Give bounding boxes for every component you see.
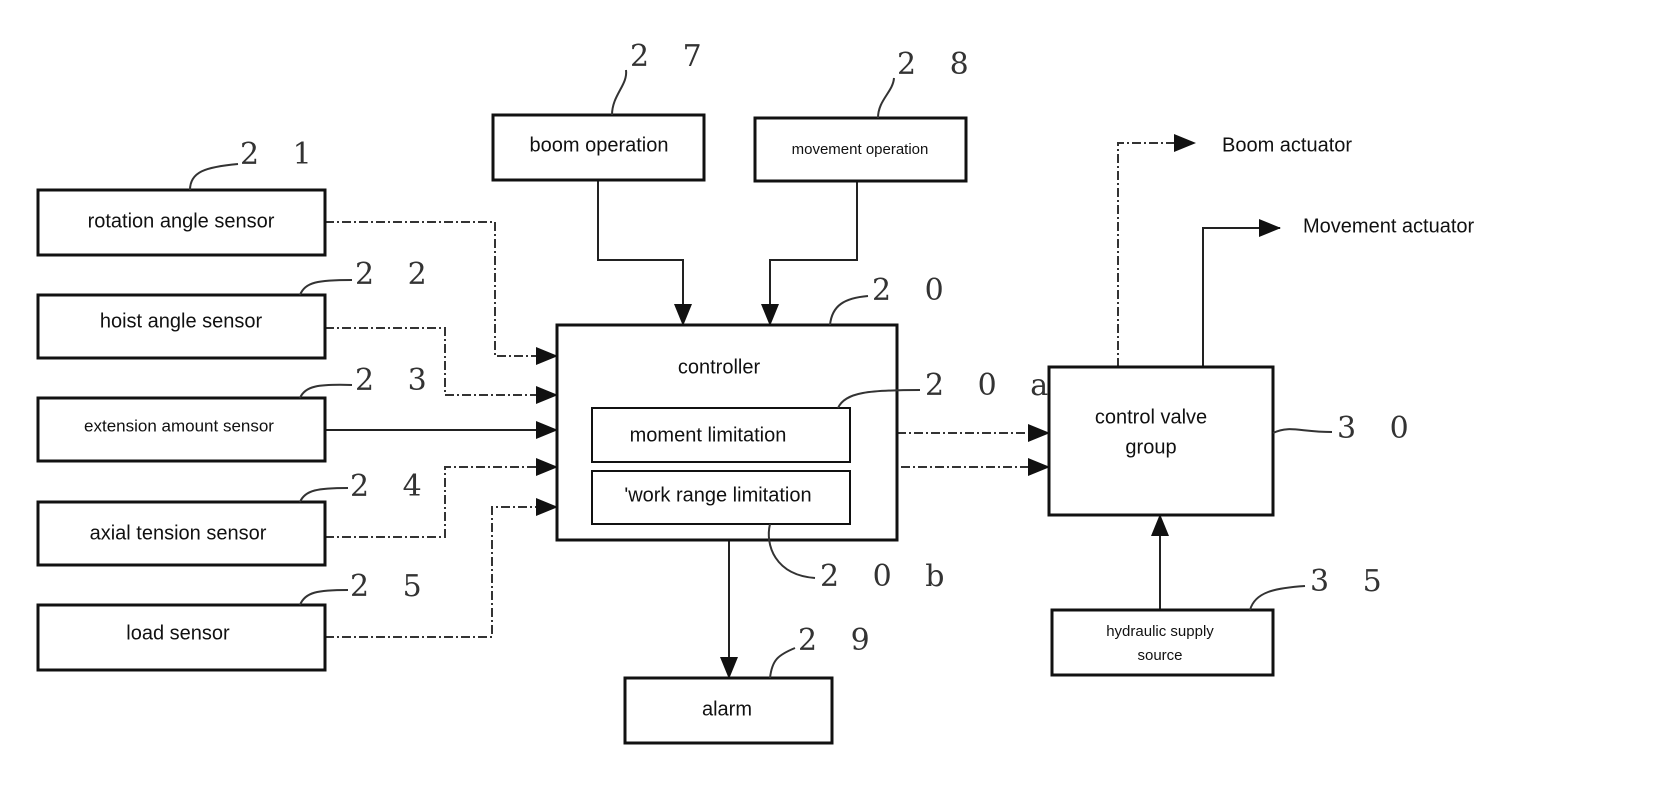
ref-number: 3 5	[1310, 564, 1394, 599]
ref-number: 2 8	[897, 47, 981, 82]
ref-number: 2 0 a	[925, 368, 1060, 403]
ref-number: 2 5	[350, 569, 434, 604]
ref-number: 2 1	[240, 137, 324, 172]
ref-number: 2 0 b	[820, 559, 956, 594]
extension-amount-sensor-block: extension amount sensor	[36, 396, 327, 463]
control-valve-group-block: control valve group	[1047, 365, 1275, 517]
block-label: axial tension sensor	[90, 522, 267, 544]
block-label: controller	[678, 356, 761, 378]
movement-operation-block: movement operation	[753, 116, 968, 183]
block-label: alarm	[702, 698, 752, 720]
block-label: 'work range limitation	[624, 484, 811, 506]
valve-to-boom-actuator-line	[1117, 134, 1196, 367]
block-label: rotation angle sensor	[88, 210, 275, 232]
boom-operation-block: boom operation	[491, 113, 706, 182]
block-label: movement operation	[792, 141, 929, 158]
controller-block: controller moment limitation 'work range…	[555, 323, 899, 542]
ref-number: 2 4	[350, 469, 434, 504]
ref-number: 2 7	[630, 39, 714, 74]
ref-number: 2 2	[355, 257, 439, 292]
block-label: source	[1137, 647, 1182, 664]
diagram-canvas: rotation angle sensor hoist angle sensor…	[36, 39, 1475, 745]
block-label: boom operation	[530, 134, 669, 156]
ref-number: 2 9	[798, 623, 882, 658]
block-diagram: rotation angle sensor hoist angle sensor…	[0, 0, 1658, 798]
block-label: load sensor	[126, 622, 230, 644]
block-label: group	[1125, 436, 1176, 458]
ref-number: 2 3	[355, 363, 439, 398]
load-sensor-block: load sensor	[36, 603, 327, 672]
valve-to-movement-actuator-line	[1202, 219, 1281, 367]
boom-actuator-label: Boom actuator	[1222, 134, 1352, 156]
rotation-angle-sensor-block: rotation angle sensor	[36, 188, 327, 257]
ref-number: 2 0	[872, 273, 956, 308]
block-label: moment limitation	[630, 424, 787, 446]
block-label: extension amount sensor	[84, 416, 274, 435]
boom-op-to-controller-line	[597, 180, 692, 326]
block-label: hoist angle sensor	[100, 310, 263, 332]
ref-number: 3 0	[1337, 411, 1421, 446]
move-op-to-controller-line	[761, 181, 858, 326]
movement-actuator-label: Movement actuator	[1303, 215, 1475, 237]
block-label: hydraulic supply	[1106, 623, 1214, 640]
block-label: control valve	[1095, 406, 1207, 428]
hydraulic-supply-source-block: hydraulic supply source	[1050, 608, 1275, 677]
axial-tension-sensor-block: axial tension sensor	[36, 500, 327, 567]
alarm-block: alarm	[623, 676, 834, 745]
hoist-angle-sensor-block: hoist angle sensor	[36, 293, 327, 360]
